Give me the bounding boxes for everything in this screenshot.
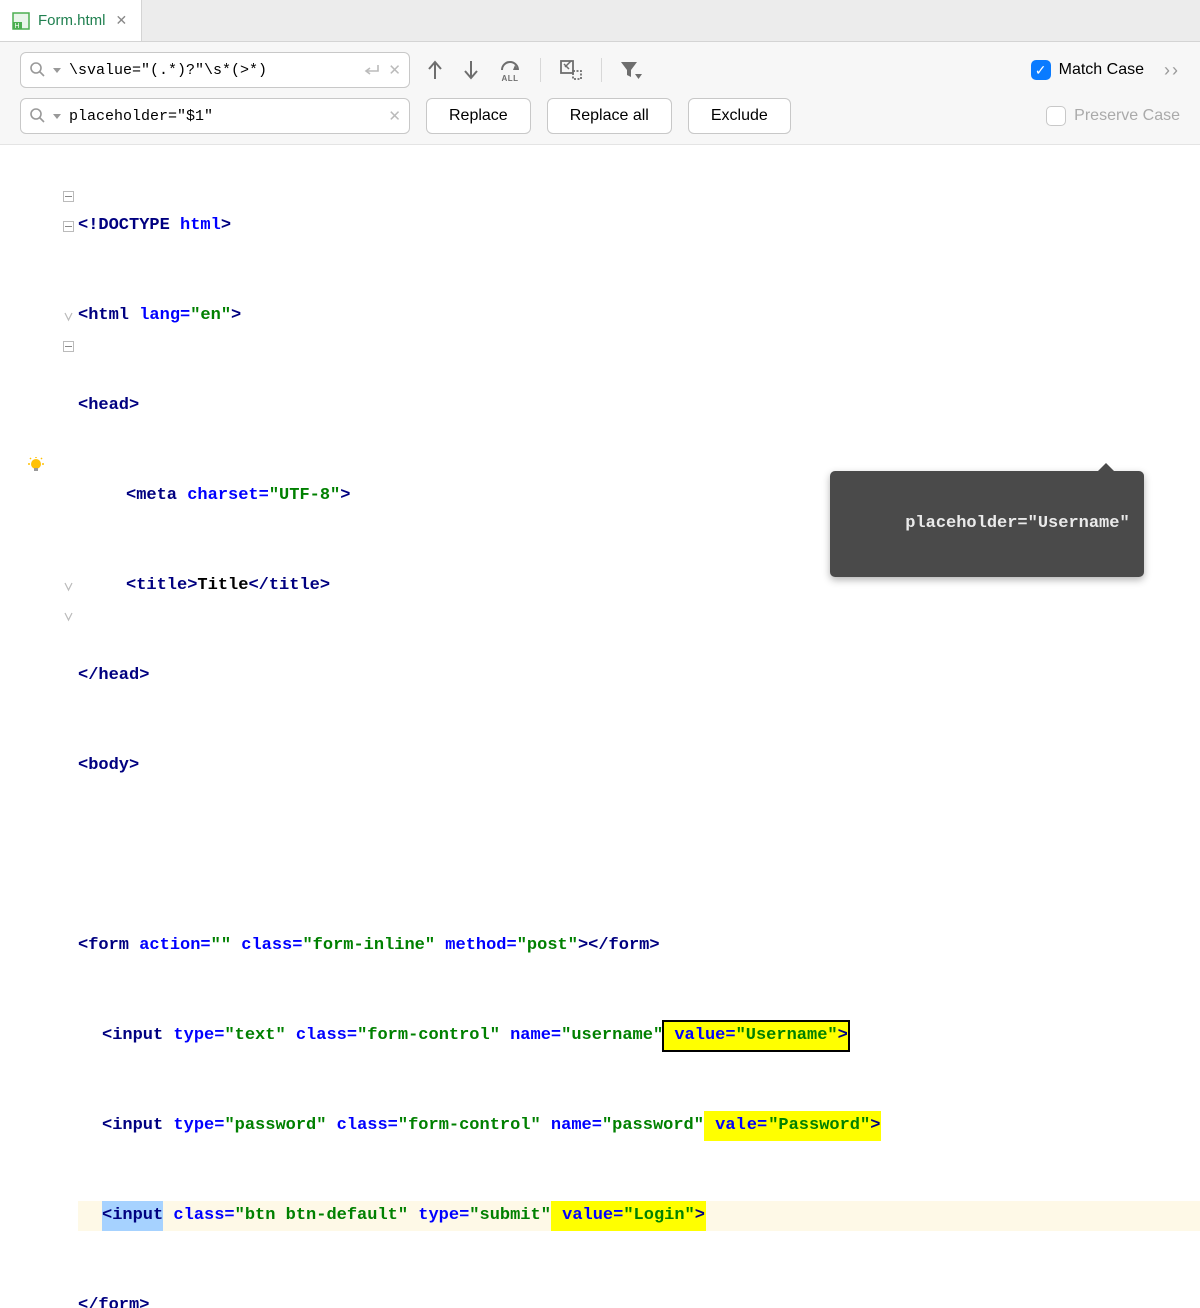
code-line[interactable] — [78, 841, 1200, 871]
prev-match-icon[interactable] — [426, 59, 444, 81]
code-line[interactable]: <html lang="en"> — [78, 301, 1200, 331]
code-line[interactable]: <head> — [78, 391, 1200, 421]
find-input-box[interactable]: ✕ — [20, 52, 410, 88]
html-file-icon: H — [12, 12, 30, 30]
search-icon — [29, 61, 47, 79]
clear-icon[interactable]: ✕ — [388, 107, 401, 125]
gutter — [0, 145, 78, 645]
preserve-case-label: Preserve Case — [1074, 107, 1180, 125]
select-all-icon[interactable]: ALL — [498, 58, 522, 83]
svg-text:H: H — [14, 23, 19, 30]
preserve-case-checkbox[interactable] — [1046, 106, 1066, 126]
tab-label: Form.html — [38, 12, 106, 29]
newline-icon[interactable] — [362, 62, 382, 78]
divider — [540, 58, 541, 82]
chevron-down-icon[interactable] — [53, 65, 61, 75]
divider — [601, 58, 602, 82]
code-area[interactable]: <!DOCTYPE html> <html lang="en"> <head> … — [78, 145, 1200, 645]
code-line[interactable]: </head> — [78, 661, 1200, 691]
select-occurrences-icon[interactable] — [559, 59, 583, 81]
code-line[interactable]: <input type="password" class="form-contr… — [78, 1111, 1200, 1141]
code-line[interactable]: </form> — [78, 1291, 1200, 1308]
code-line[interactable]: <!DOCTYPE html> — [78, 211, 1200, 241]
close-icon[interactable]: ✕ — [114, 12, 130, 29]
code-line[interactable]: <input type="text" class="form-control" … — [78, 1021, 1200, 1051]
replace-input[interactable] — [67, 107, 382, 126]
replace-all-button[interactable]: Replace all — [547, 98, 672, 134]
code-line[interactable]: <form action="" class="form-inline" meth… — [78, 931, 1200, 961]
tab-bar: H Form.html ✕ — [0, 0, 1200, 42]
match-case-checkbox[interactable]: ✓ — [1031, 60, 1051, 80]
editor: <!DOCTYPE html> <html lang="en"> <head> … — [0, 145, 1200, 645]
chevron-down-icon[interactable] — [53, 111, 61, 121]
match-case-label: Match Case — [1059, 61, 1144, 79]
editor-tab[interactable]: H Form.html ✕ — [0, 0, 142, 41]
code-line[interactable]: <body> — [78, 751, 1200, 781]
next-match-icon[interactable] — [462, 59, 480, 81]
more-options-icon[interactable]: ›› — [1164, 60, 1180, 81]
find-input[interactable] — [67, 61, 356, 80]
exclude-button[interactable]: Exclude — [688, 98, 791, 134]
search-icon — [29, 107, 47, 125]
replace-input-box[interactable]: ✕ — [20, 98, 410, 134]
code-line[interactable]: <input class="btn btn-default" type="sub… — [78, 1201, 1200, 1231]
filter-icon[interactable] — [620, 60, 642, 80]
replace-button[interactable]: Replace — [426, 98, 531, 134]
find-replace-panel: ✕ ALL ✓ Match Case ›› — [0, 42, 1200, 145]
clear-icon[interactable]: ✕ — [388, 61, 401, 79]
intention-bulb-icon[interactable] — [28, 457, 44, 473]
replace-preview-tooltip: placeholder="Username" — [830, 471, 1144, 577]
